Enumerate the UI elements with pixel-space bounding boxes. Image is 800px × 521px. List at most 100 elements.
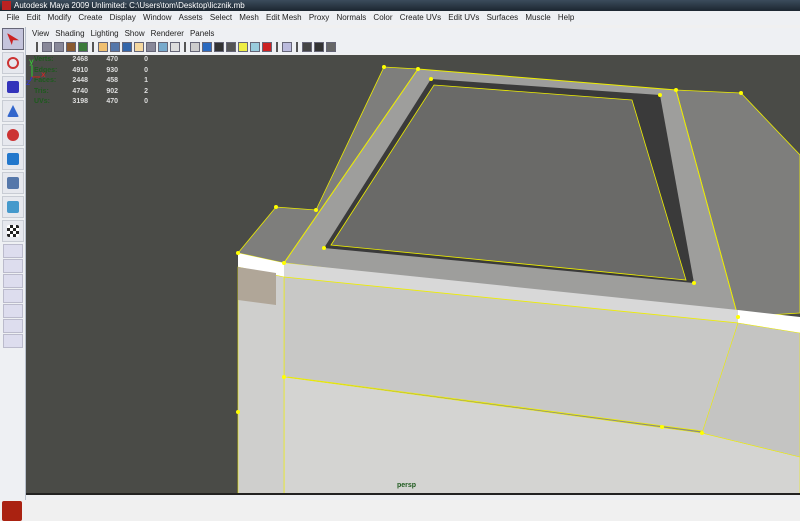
- menu-file[interactable]: File: [3, 11, 23, 25]
- textured-icon[interactable]: [226, 42, 236, 52]
- left-block-selected-face: [238, 267, 276, 305]
- menu-edit[interactable]: Edit: [23, 11, 44, 25]
- wireframe-icon[interactable]: [190, 42, 200, 52]
- layout-side-button[interactable]: [3, 289, 23, 303]
- panel-toolbar: [26, 40, 800, 54]
- title-bar: Autodesk Maya 2009 Unlimited: C:\Users\t…: [0, 0, 800, 11]
- menu-modify[interactable]: Modify: [44, 11, 75, 25]
- hud-value: 458: [106, 77, 118, 84]
- last-tool-button[interactable]: [2, 196, 24, 218]
- arrow-icon: [7, 33, 19, 45]
- menu-mesh[interactable]: Mesh: [236, 11, 263, 25]
- panel-menu-renderer[interactable]: Renderer: [148, 28, 187, 40]
- toolbar-divider: [184, 42, 186, 52]
- maya-app-icon: [2, 1, 11, 10]
- menu-select[interactable]: Select: [206, 11, 235, 25]
- hud-label: Tris:: [34, 87, 49, 95]
- layout-single-button[interactable]: [3, 244, 23, 258]
- layout-dropdown-button[interactable]: [3, 334, 23, 348]
- hud-value: 0: [144, 66, 148, 74]
- menu-create-uvs[interactable]: Create UVs: [396, 11, 445, 25]
- viewport-bottom-border: [26, 495, 800, 500]
- main-menu-bar: File Edit Modify Create Display Window A…: [0, 11, 800, 25]
- rotate-tool-button[interactable]: [2, 124, 24, 146]
- safe-action-icon[interactable]: [158, 42, 168, 52]
- checker-icon: [7, 225, 19, 237]
- menu-muscle[interactable]: Muscle: [522, 11, 555, 25]
- xray-icon[interactable]: [250, 42, 260, 52]
- layout-graph-button[interactable]: [3, 319, 23, 333]
- mesh-view: [236, 65, 800, 493]
- image-plane-icon[interactable]: [78, 42, 88, 52]
- hud-value: 0: [144, 56, 148, 63]
- lasso-tool-button[interactable]: [2, 52, 24, 74]
- menu-display[interactable]: Display: [106, 11, 139, 25]
- hud-value: 4740: [72, 87, 88, 95]
- field-chart-icon[interactable]: [146, 42, 156, 52]
- gate-mask-icon[interactable]: [134, 42, 144, 52]
- layout-four-button[interactable]: [3, 259, 23, 273]
- move-tool-button[interactable]: [2, 100, 24, 122]
- hud-row-uvs: UVs: 3198 470 0: [34, 97, 154, 108]
- paint-brush-icon: [7, 81, 19, 93]
- hud-value: 2468: [72, 56, 88, 63]
- menu-proxy[interactable]: Proxy: [305, 11, 333, 25]
- panel-menu-show[interactable]: Show: [122, 28, 148, 40]
- scale-tool-button[interactable]: [2, 148, 24, 170]
- graph-icon[interactable]: [326, 42, 336, 52]
- camera-attributes-icon[interactable]: [54, 42, 64, 52]
- panel-menu-view[interactable]: View: [29, 28, 52, 40]
- select-tool-button[interactable]: [2, 28, 24, 50]
- axis-gizmo-icon: y x z: [26, 57, 46, 85]
- shade-wireframe-icon[interactable]: [214, 42, 224, 52]
- tool-box: [0, 27, 26, 521]
- layout-two-button[interactable]: [3, 274, 23, 288]
- menu-create[interactable]: Create: [75, 11, 106, 25]
- toolbar-divider: [296, 42, 298, 52]
- maya-logo-icon: [2, 501, 22, 521]
- soft-mod-icon: [7, 201, 19, 213]
- axis-x-label: x: [41, 70, 46, 79]
- perspective-viewport[interactable]: Verts: 2468 470 0 Edges: 4910 930 0 Faces: 2448…: [26, 55, 800, 495]
- manipulator-icon: [7, 177, 19, 189]
- lights-icon[interactable]: [238, 42, 248, 52]
- grid-icon[interactable]: [98, 42, 108, 52]
- high-quality-icon[interactable]: [262, 42, 272, 52]
- resolution-gate-icon[interactable]: [122, 42, 132, 52]
- paint-select-tool-button[interactable]: [2, 76, 24, 98]
- hud-value: 3198: [72, 98, 88, 105]
- axis-y-label: y: [29, 57, 34, 66]
- manipulator-tool-button[interactable]: [2, 172, 24, 194]
- menu-assets[interactable]: Assets: [175, 11, 206, 25]
- panel-menu-panels[interactable]: Panels: [187, 28, 217, 40]
- panel-icon[interactable]: [302, 42, 312, 52]
- menu-help[interactable]: Help: [554, 11, 578, 25]
- hud-label: UVs:: [34, 98, 50, 105]
- isolate-select-icon[interactable]: [282, 42, 292, 52]
- smooth-shade-icon[interactable]: [202, 42, 212, 52]
- camera-name-label: persp: [397, 482, 417, 489]
- rotate-icon: [7, 129, 19, 141]
- hud-value: 0: [144, 98, 148, 105]
- lasso-icon: [7, 57, 19, 69]
- hud-value: 930: [106, 66, 118, 74]
- panel-menu-lighting[interactable]: Lighting: [88, 28, 122, 40]
- toolbar-divider: [92, 42, 94, 52]
- hud-value: 2: [144, 87, 148, 95]
- scale-icon: [7, 153, 19, 165]
- menu-surfaces[interactable]: Surfaces: [483, 11, 522, 25]
- menu-normals[interactable]: Normals: [333, 11, 370, 25]
- layout-outliner-button[interactable]: [3, 304, 23, 318]
- panel-menu-shading[interactable]: Shading: [52, 28, 87, 40]
- menu-edit-mesh[interactable]: Edit Mesh: [262, 11, 305, 25]
- camera-icon[interactable]: [42, 42, 52, 52]
- panel-menu-bar: View Shading Lighting Show Renderer Pane…: [26, 28, 800, 40]
- outliner-icon[interactable]: [314, 42, 324, 52]
- menu-window[interactable]: Window: [139, 11, 175, 25]
- film-gate-icon[interactable]: [110, 42, 120, 52]
- menu-edit-uvs[interactable]: Edit UVs: [445, 11, 483, 25]
- menu-color[interactable]: Color: [370, 11, 396, 25]
- checker-tool-button[interactable]: [2, 220, 24, 242]
- safe-title-icon[interactable]: [170, 42, 180, 52]
- bookmark-icon[interactable]: [66, 42, 76, 52]
